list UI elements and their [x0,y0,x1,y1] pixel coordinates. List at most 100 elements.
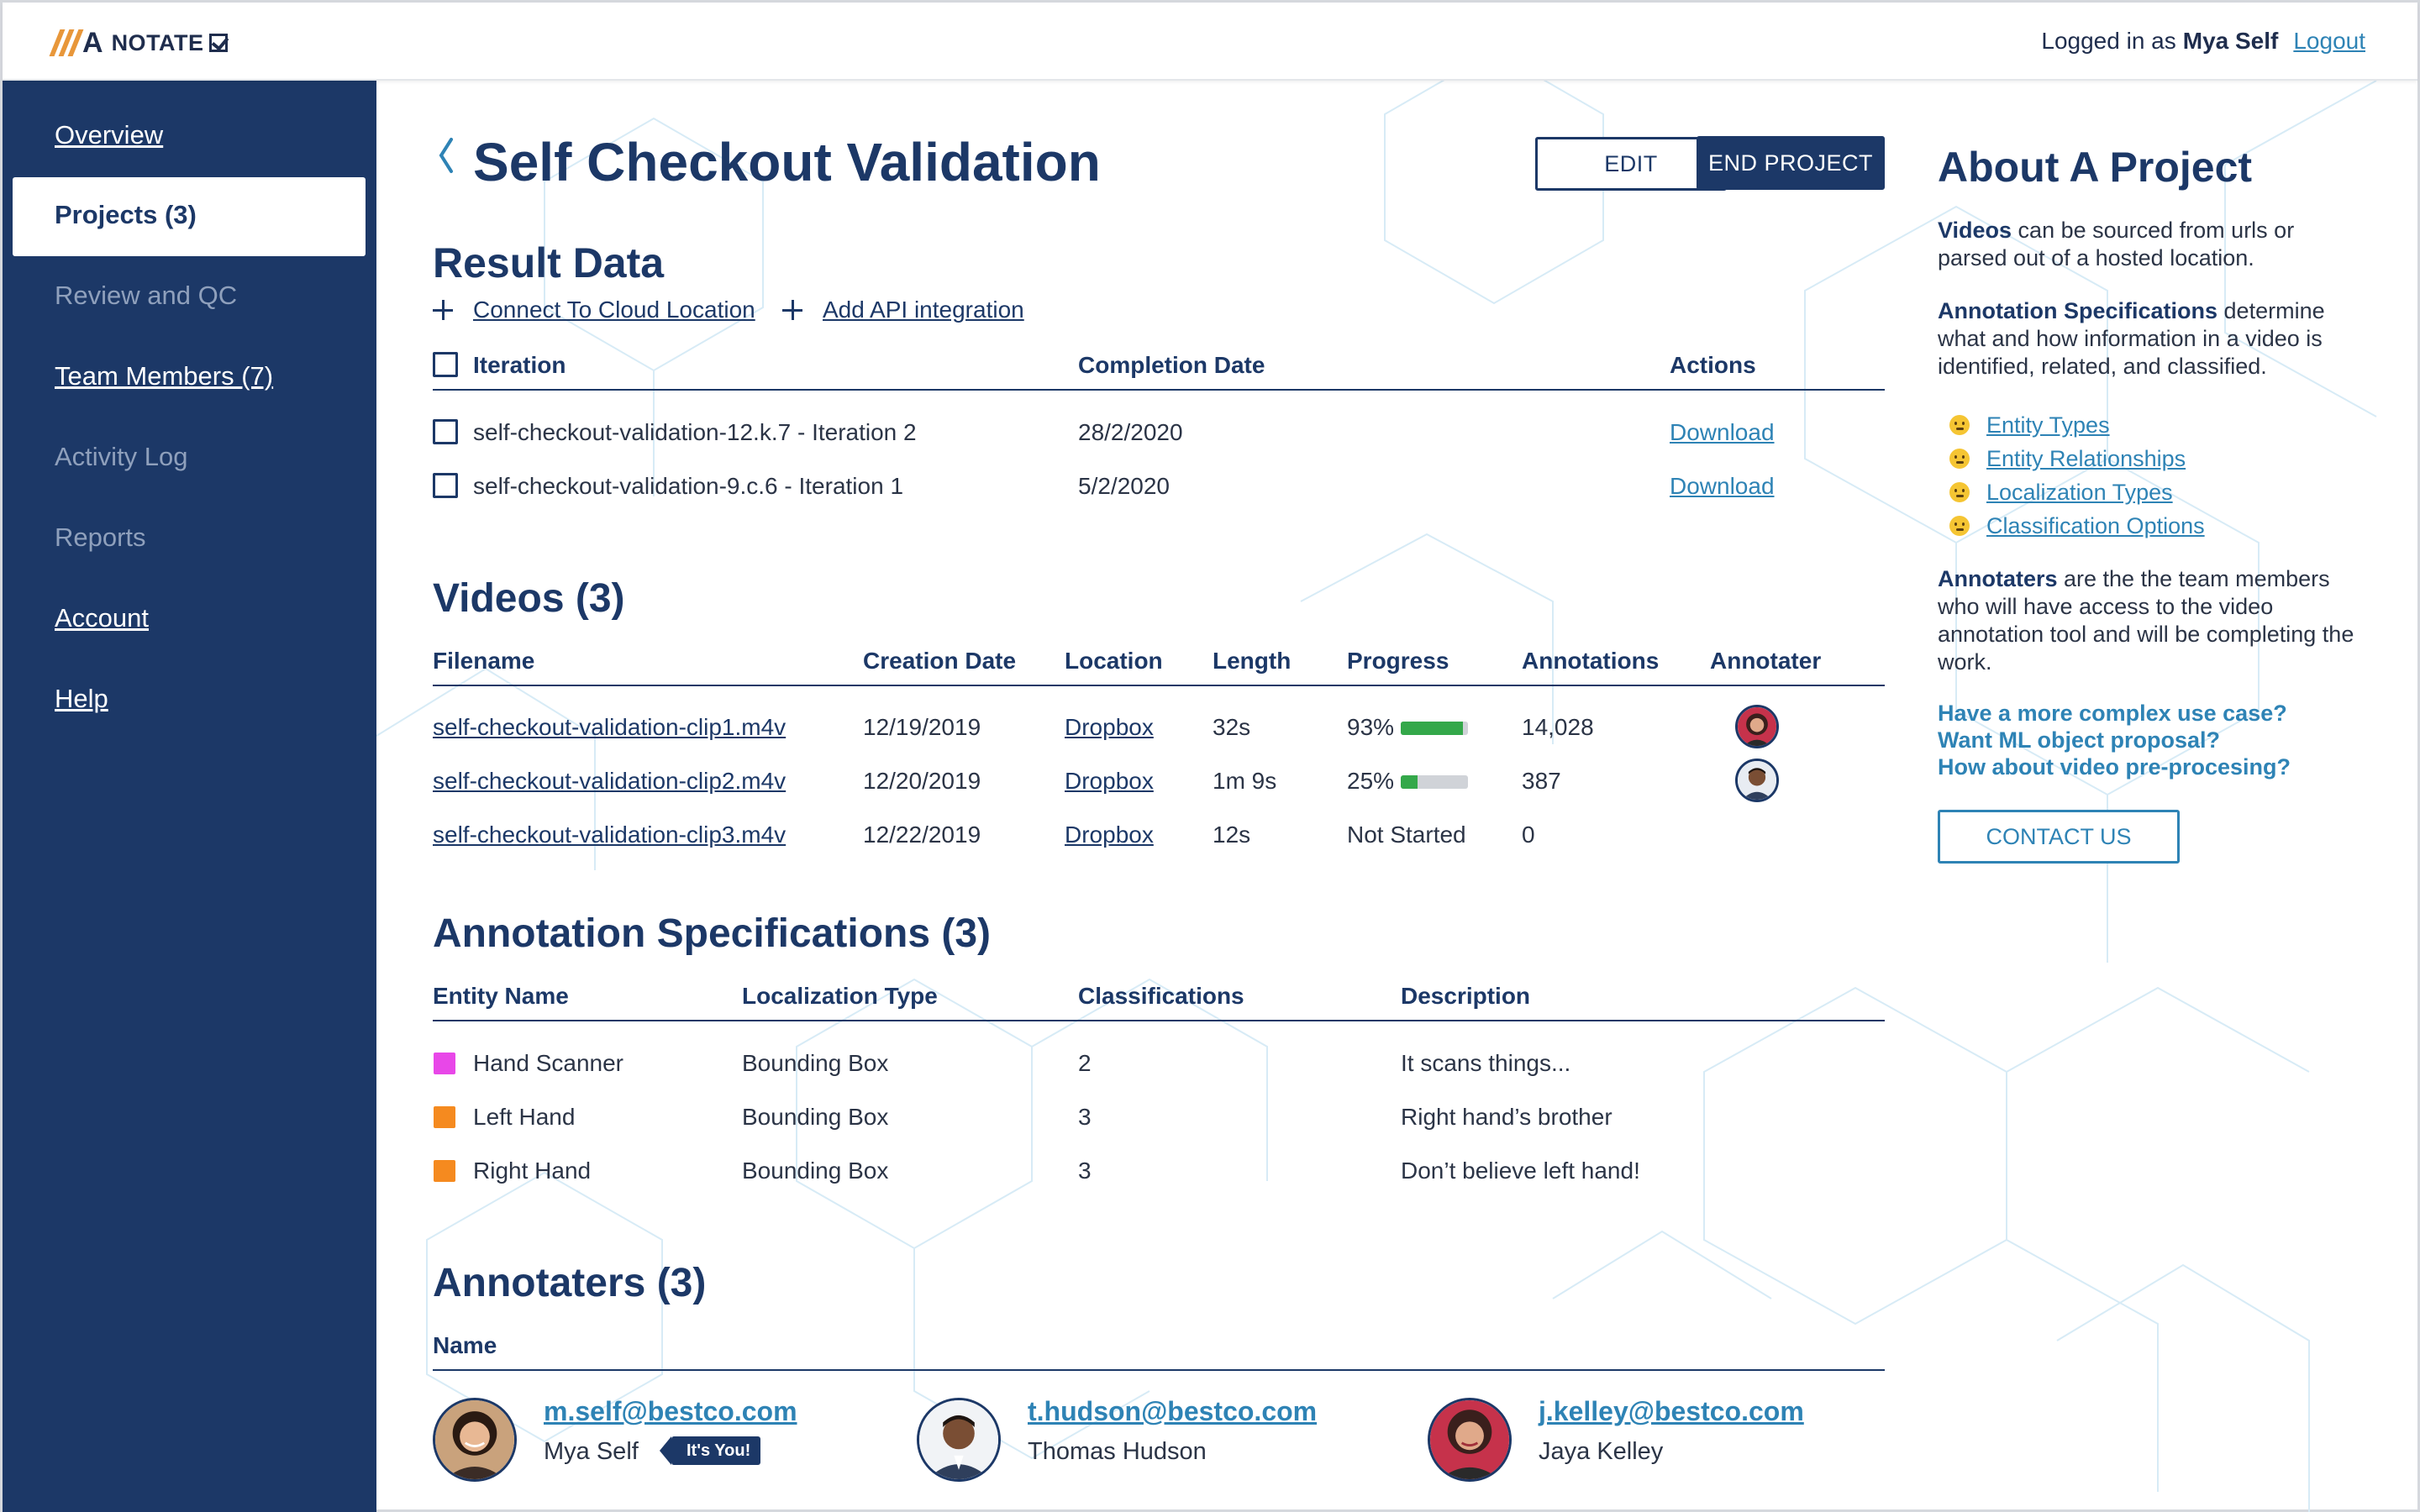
question-video-preprocessing: How about video pre-procesing? [1938,754,2291,780]
user-name: Mya Self [2182,28,2279,54]
list-item: Entity Relationships [1949,442,2205,475]
logout-link[interactable]: Logout [2293,28,2365,55]
video-annotations-count: 14,028 [1522,714,1594,740]
video-location-link[interactable]: Dropbox [1065,768,1154,795]
female-avatar-icon [1738,707,1776,746]
add-api-link[interactable]: Add API integration [782,297,1024,323]
videos-title: Videos (3) [433,576,625,621]
specs-description: Annotation Specifications determine what… [1938,298,2325,379]
entity-name: Right Hand [473,1158,592,1184]
sidebar-item-projects[interactable]: Projects (3) [13,177,366,256]
entity-types-link[interactable]: Entity Types [1986,412,2110,438]
progress-bar [1401,775,1468,789]
male-avatar-icon [1738,761,1776,800]
sidebar-item-team-members[interactable]: Team Members (7) [55,361,273,391]
plus-icon [782,300,802,320]
annotater-name: Mya Self [544,1438,639,1465]
table-divider [433,1020,1885,1021]
sidebar-item-help[interactable]: Help [55,684,108,714]
entity-relationships-link[interactable]: Entity Relationships [1986,446,2186,472]
sidebar-item-overview[interactable]: Overview [55,120,163,150]
project-main: Self Checkout Validation EDIT END PROJEC… [431,81,1885,1512]
question-complex-use-case: Have a more complex use case? [1938,701,2287,726]
about-project-title: About A Project [1938,144,2253,191]
logged-in-label: Logged in as [2041,28,2176,54]
plus-icon [433,300,453,320]
thinking-face-icon [1949,449,1970,469]
video-filename-link[interactable]: self-checkout-validation-clip2.m4v [433,768,786,795]
annotater-name: Thomas Hudson [1028,1438,1207,1465]
entity-description: Right hand’s brother [1401,1104,1612,1130]
annotater-email-link[interactable]: m.self@bestco.com [544,1396,797,1427]
entity-description: It scans things... [1401,1050,1571,1076]
contact-us-button[interactable]: CONTACT US [1938,810,2180,864]
logo-mark-icon: A [49,28,103,58]
table-divider [433,685,1885,686]
download-link[interactable]: Download [1670,419,1775,446]
column-header-localization-type: Localization Type [742,983,938,1009]
table-divider [433,1369,1885,1371]
column-header-creation-date: Creation Date [863,648,1017,674]
list-item: Localization Types [1949,475,2205,509]
column-header-description: Description [1401,983,1531,1009]
video-creation-date: 12/20/2019 [863,768,981,794]
thinking-face-icon [1949,516,1970,536]
annotater-email-link[interactable]: j.kelley@bestco.com [1539,1396,1804,1427]
download-link[interactable]: Download [1670,473,1775,500]
avatar[interactable] [917,1398,1001,1482]
entity-color-swatch [434,1053,455,1074]
iteration-name: self-checkout-validation-9.c.6 - Iterati… [473,473,904,499]
annotater-avatar[interactable] [1735,759,1779,802]
connect-cloud-label: Connect To Cloud Location [473,297,755,323]
add-api-label: Add API integration [823,297,1024,323]
annotaters-title: Annotaters (3) [433,1261,707,1305]
localization-type: Bounding Box [742,1158,889,1184]
end-project-button[interactable]: END PROJECT [1697,136,1885,190]
entity-color-swatch [434,1106,455,1128]
classifications-count: 3 [1078,1158,1092,1184]
logo-checkbox-icon [208,34,228,52]
thinking-face-icon [1949,482,1970,502]
thinking-face-icon [1949,415,1970,435]
annotater-email-link[interactable]: t.hudson@bestco.com [1028,1396,1317,1427]
row-checkbox[interactable] [433,419,458,444]
video-progress-text: 25% [1347,768,1395,794]
column-header-annotater: Annotater [1710,648,1822,674]
annotation-specs-title: Annotation Specifications (3) [433,911,992,956]
column-header-iteration: Iteration [473,352,566,378]
connect-cloud-link[interactable]: Connect To Cloud Location [433,297,755,323]
video-filename-link[interactable]: self-checkout-validation-clip1.m4v [433,714,786,741]
column-header-completion-date: Completion Date [1078,352,1265,378]
female-avatar-icon [1430,1400,1509,1479]
videos-description: Videos can be sourced from urls or parse… [1938,218,2295,270]
column-header-location: Location [1065,648,1163,674]
notate-logo[interactable]: A NOTATE [49,28,228,58]
avatar[interactable] [433,1398,517,1482]
localization-type: Bounding Box [742,1050,889,1076]
video-filename-link[interactable]: self-checkout-validation-clip3.m4v [433,822,786,848]
sidebar-item-reports: Reports [55,522,146,552]
sidebar-item-account[interactable]: Account [55,603,149,633]
female-avatar-icon [435,1400,514,1479]
column-header-length: Length [1213,648,1292,674]
entity-description: Don’t believe left hand! [1401,1158,1640,1184]
classification-options-link[interactable]: Classification Options [1986,513,2205,539]
chevron-left-icon[interactable] [436,136,456,175]
video-location-link[interactable]: Dropbox [1065,714,1154,741]
iteration-name: self-checkout-validation-12.k.7 - Iterat… [473,419,917,445]
row-checkbox[interactable] [433,473,458,498]
avatar[interactable] [1428,1398,1512,1482]
column-header-name: Name [433,1332,497,1358]
sidebar-item-label: Projects (3) [55,200,197,229]
user-area: Logged in as Mya Self Logout [2041,28,2365,55]
classifications-count: 3 [1078,1104,1092,1130]
annotater-avatar[interactable] [1735,705,1779,748]
column-header-annotations: Annotations [1522,648,1660,674]
entity-name: Hand Scanner [473,1050,624,1076]
select-all-checkbox[interactable] [433,352,458,377]
entity-color-swatch [434,1160,455,1182]
localization-types-link[interactable]: Localization Types [1986,480,2173,506]
sidebar-item-review-qc: Review and QC [55,281,238,310]
video-length: 12s [1213,822,1251,848]
video-location-link[interactable]: Dropbox [1065,822,1154,848]
